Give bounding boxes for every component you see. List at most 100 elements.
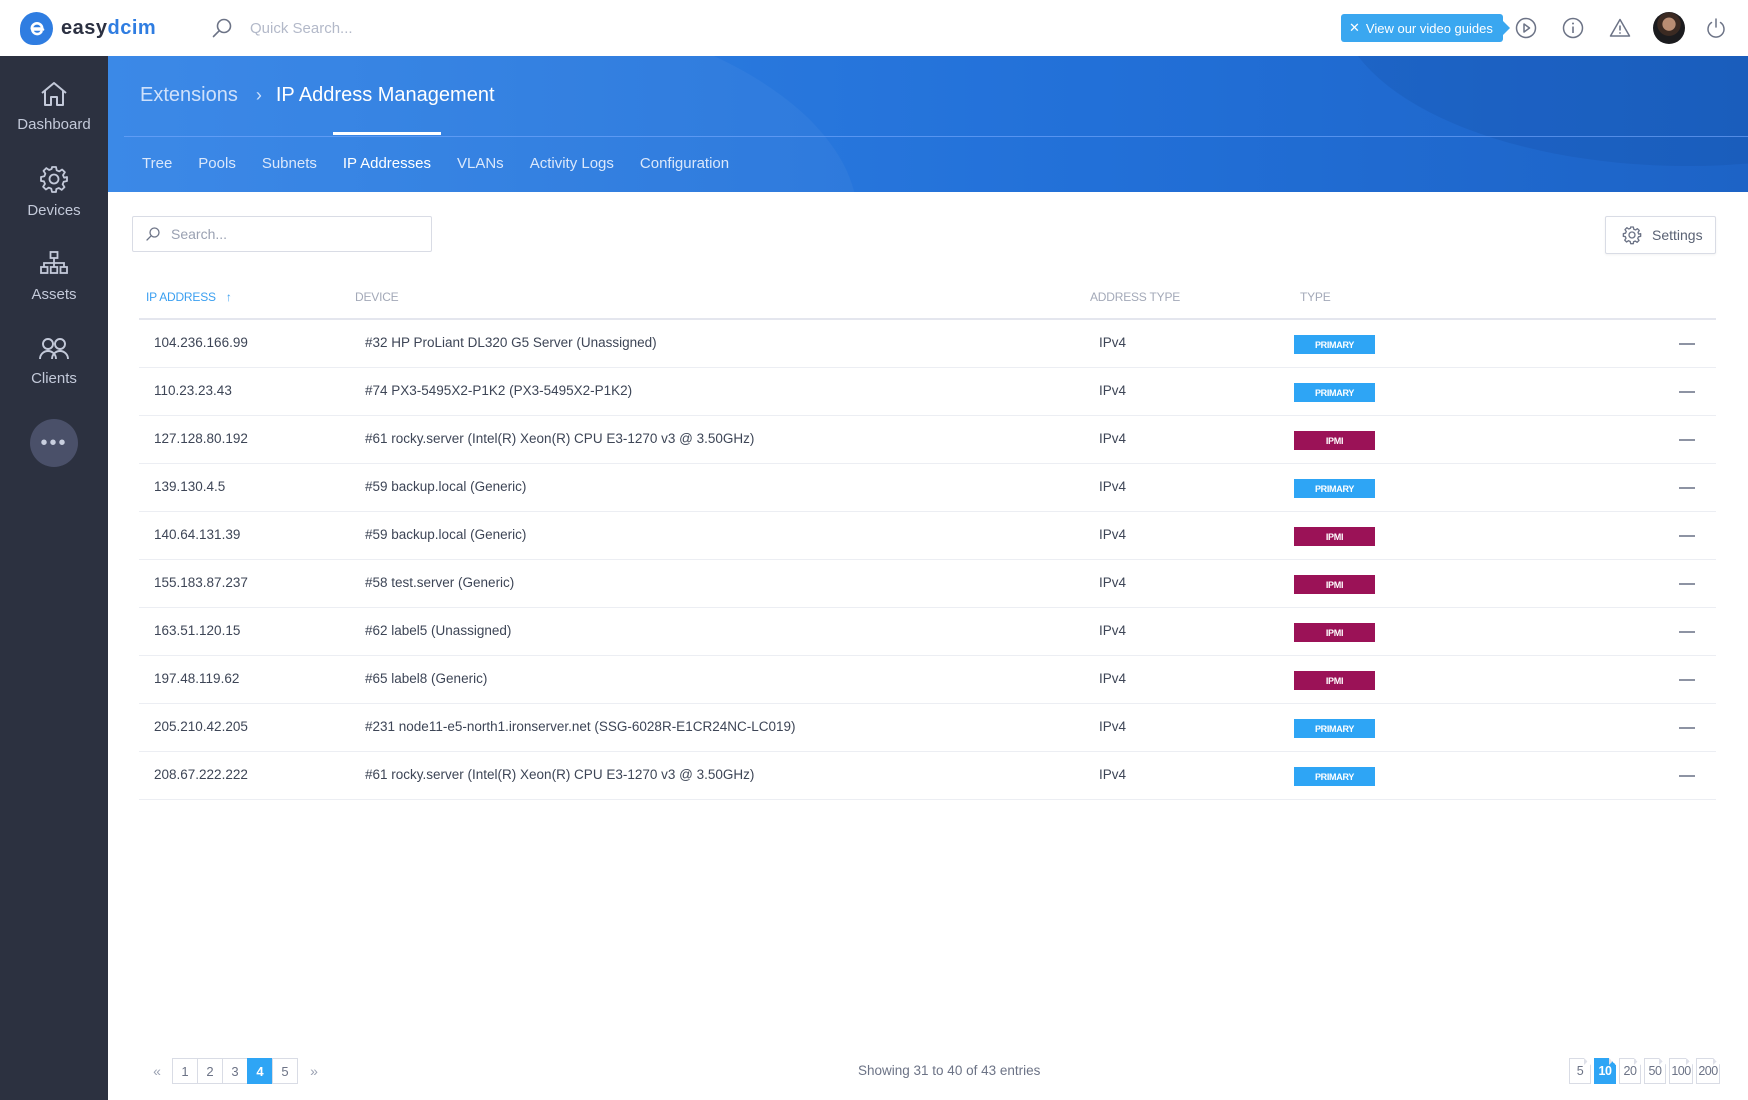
table-row[interactable]: 110.23.23.43 #74 PX3-5495X2-P1K2 (PX3-549… bbox=[139, 368, 1716, 416]
search-input[interactable] bbox=[171, 226, 421, 242]
info-icon[interactable] bbox=[1561, 16, 1585, 40]
page-size-option[interactable]: 50 bbox=[1644, 1058, 1666, 1084]
page-size-option[interactable]: 100 bbox=[1669, 1058, 1693, 1084]
ip-address-cell[interactable]: 155.183.87.237 bbox=[154, 575, 248, 590]
device-cell[interactable]: #61 rocky.server (Intel(R) Xeon(R) CPU E… bbox=[365, 767, 754, 782]
quick-search-input[interactable] bbox=[250, 19, 450, 37]
table-row[interactable]: 205.210.42.205 #231 node11-e5-north1.iron… bbox=[139, 704, 1716, 752]
power-icon[interactable] bbox=[1704, 16, 1728, 40]
sidebar-item-devices[interactable]: Devices bbox=[0, 164, 108, 219]
table-row[interactable]: 139.130.4.5 #59 backup.local (Generic) IPv… bbox=[139, 464, 1716, 512]
ip-address-cell[interactable]: 127.128.80.192 bbox=[154, 431, 248, 446]
device-cell[interactable]: #32 HP ProLiant DL320 G5 Server (Unassig… bbox=[365, 335, 657, 350]
device-cell[interactable]: #58 test.server (Generic) bbox=[365, 575, 514, 590]
quick-search bbox=[210, 16, 450, 40]
row-menu-icon[interactable] bbox=[1679, 391, 1695, 393]
row-menu-icon[interactable] bbox=[1679, 631, 1695, 633]
tab-activity-logs[interactable]: Activity Logs bbox=[530, 155, 614, 172]
sidebar-item-label: Clients bbox=[31, 370, 77, 387]
page-size-option[interactable]: 20 bbox=[1619, 1058, 1641, 1084]
page-button[interactable]: 2 bbox=[197, 1058, 223, 1084]
ip-address-cell[interactable]: 197.48.119.62 bbox=[154, 671, 239, 686]
column-header-type[interactable]: Type bbox=[1300, 290, 1331, 304]
page-header: Extensions › IP Address Management Tree … bbox=[108, 56, 1748, 192]
logo-text-dcim: dcim bbox=[107, 17, 157, 39]
type-badge: IPMI bbox=[1294, 575, 1375, 594]
type-badge: PRIMARY bbox=[1294, 719, 1375, 738]
address-type-cell: IPv4 bbox=[1099, 335, 1127, 350]
sidebar-item-assets[interactable]: Assets bbox=[0, 250, 108, 303]
breadcrumb-extensions[interactable]: Extensions bbox=[140, 84, 238, 107]
page-size-option[interactable]: 200 bbox=[1696, 1058, 1720, 1084]
row-menu-icon[interactable] bbox=[1679, 775, 1695, 777]
sidebar-item-clients[interactable]: Clients bbox=[0, 336, 108, 387]
close-icon[interactable]: ✕ bbox=[1349, 20, 1360, 36]
ip-address-cell[interactable]: 140.64.131.39 bbox=[154, 527, 240, 542]
column-label: IP Address bbox=[146, 290, 216, 304]
device-cell[interactable]: #231 node11-e5-north1.ironserver.net (SS… bbox=[365, 719, 795, 734]
ip-address-cell[interactable]: 205.210.42.205 bbox=[154, 719, 248, 734]
device-cell[interactable]: #61 rocky.server (Intel(R) Xeon(R) CPU E… bbox=[365, 431, 754, 446]
table-row[interactable]: 163.51.120.15 #62 label5 (Unassigned) IPv4… bbox=[139, 608, 1716, 656]
table-row[interactable]: 127.128.80.192 #61 rocky.server (Intel(R)… bbox=[139, 416, 1716, 464]
column-header-address-type[interactable]: Address Type bbox=[1090, 290, 1180, 304]
page-button[interactable]: 3 bbox=[222, 1058, 248, 1084]
play-circle-icon[interactable] bbox=[1514, 16, 1538, 40]
next-page-button[interactable]: » bbox=[304, 1063, 324, 1079]
chevron-right-icon: › bbox=[255, 85, 262, 105]
tab-ip-addresses[interactable]: IP Addresses bbox=[332, 132, 442, 172]
row-menu-icon[interactable] bbox=[1679, 343, 1695, 345]
sidebar-item-label: Assets bbox=[31, 286, 77, 303]
row-menu-icon[interactable] bbox=[1679, 487, 1695, 489]
page-size-option[interactable]: 10 bbox=[1594, 1058, 1616, 1084]
sidebar-item-dashboard[interactable]: Dashboard bbox=[0, 80, 108, 133]
page-button[interactable]: 4 bbox=[247, 1058, 273, 1084]
tab-configuration[interactable]: Configuration bbox=[640, 155, 729, 172]
address-type-cell: IPv4 bbox=[1099, 383, 1127, 398]
type-badge: IPMI bbox=[1294, 671, 1375, 690]
row-menu-icon[interactable] bbox=[1679, 727, 1695, 729]
device-cell[interactable]: #62 label5 (Unassigned) bbox=[365, 623, 511, 638]
column-header-ip-address[interactable]: IP Address ↑ bbox=[146, 290, 232, 304]
tab-subnets[interactable]: Subnets bbox=[262, 155, 317, 172]
device-cell[interactable]: #74 PX3-5495X2-P1K2 (PX3-5495X2-P1K2) bbox=[365, 383, 632, 398]
tab-pools[interactable]: Pools bbox=[198, 155, 236, 172]
tab-tree[interactable]: Tree bbox=[142, 155, 172, 172]
row-menu-icon[interactable] bbox=[1679, 679, 1695, 681]
prev-page-button[interactable]: « bbox=[147, 1063, 167, 1079]
page-button[interactable]: 5 bbox=[272, 1058, 298, 1084]
table-row[interactable]: 104.236.166.99 #32 HP ProLiant DL320 G5 S… bbox=[139, 320, 1716, 368]
hierarchy-icon bbox=[40, 251, 68, 274]
more-button[interactable]: ••• bbox=[30, 419, 78, 467]
page-size-option[interactable]: 5 bbox=[1569, 1058, 1591, 1084]
logo-text-easy: easy bbox=[61, 17, 108, 39]
pagination: « 12345 » bbox=[147, 1058, 324, 1084]
row-menu-icon[interactable] bbox=[1679, 439, 1695, 441]
table-row[interactable]: 140.64.131.39 #59 backup.local (Generic) I… bbox=[139, 512, 1716, 560]
avatar[interactable] bbox=[1653, 12, 1685, 44]
search-icon[interactable] bbox=[210, 16, 234, 40]
ip-address-cell[interactable]: 110.23.23.43 bbox=[154, 383, 232, 398]
ip-address-cell[interactable]: 163.51.120.15 bbox=[154, 623, 240, 638]
table-row[interactable]: 208.67.222.222 #61 rocky.server (Intel(R)… bbox=[139, 752, 1716, 800]
table-row[interactable]: 197.48.119.62 #65 label8 (Generic) IPv4 IPM… bbox=[139, 656, 1716, 704]
settings-button[interactable]: Settings bbox=[1605, 216, 1716, 254]
logo[interactable]: easydcim bbox=[20, 12, 156, 45]
warning-icon[interactable] bbox=[1608, 16, 1632, 40]
row-menu-icon[interactable] bbox=[1679, 583, 1695, 585]
device-cell[interactable]: #59 backup.local (Generic) bbox=[365, 527, 526, 542]
type-badge: IPMI bbox=[1294, 623, 1375, 642]
video-guides-banner[interactable]: ✕ View our video guides bbox=[1341, 14, 1510, 42]
device-cell[interactable]: #65 label8 (Generic) bbox=[365, 671, 487, 686]
address-type-cell: IPv4 bbox=[1099, 767, 1127, 782]
device-cell[interactable]: #59 backup.local (Generic) bbox=[365, 479, 526, 494]
page-button[interactable]: 1 bbox=[172, 1058, 198, 1084]
column-header-device[interactable]: Device bbox=[355, 290, 399, 304]
table-search bbox=[132, 216, 432, 252]
row-menu-icon[interactable] bbox=[1679, 535, 1695, 537]
ip-address-cell[interactable]: 139.130.4.5 bbox=[154, 479, 225, 494]
tab-vlans[interactable]: VLANs bbox=[457, 155, 504, 172]
table-row[interactable]: 155.183.87.237 #58 test.server (Generic) I… bbox=[139, 560, 1716, 608]
ip-address-cell[interactable]: 208.67.222.222 bbox=[154, 767, 248, 782]
ip-address-cell[interactable]: 104.236.166.99 bbox=[154, 335, 248, 350]
